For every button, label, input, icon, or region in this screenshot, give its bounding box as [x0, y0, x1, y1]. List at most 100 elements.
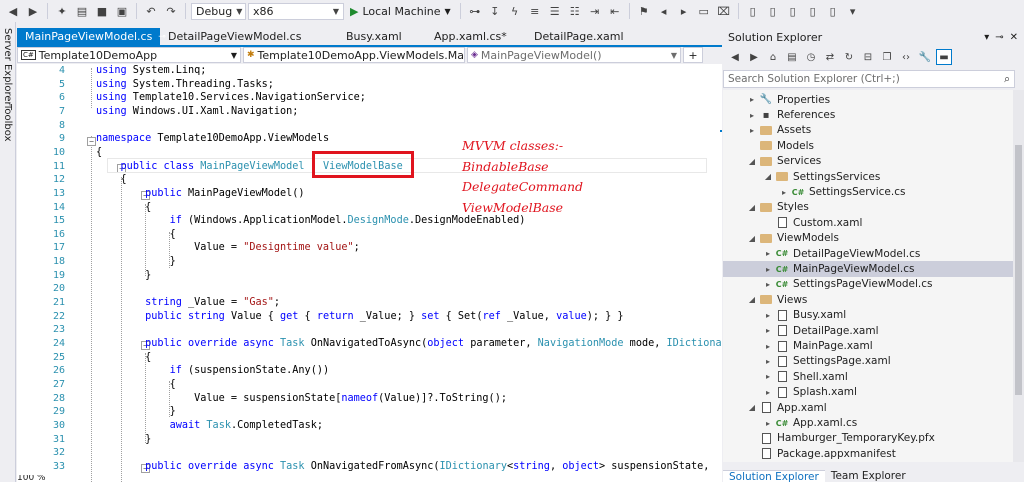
back-icon[interactable]: ◀	[727, 49, 743, 65]
expand-arrow-icon[interactable]: ▸	[763, 265, 773, 274]
lightning-icon[interactable]: ϟ	[506, 2, 524, 20]
tree-scrollbar[interactable]	[1013, 90, 1024, 462]
expand-arrow-icon[interactable]: ▸	[763, 357, 773, 366]
tree-item[interactable]: ▸ Assets	[723, 123, 1013, 138]
tree-item[interactable]: ▸ Busy.xaml	[723, 308, 1013, 323]
indent-icon[interactable]: ⇥	[586, 2, 604, 20]
configuration-select[interactable]: Debug ▼	[191, 2, 246, 20]
forward-icon[interactable]: ▶	[746, 49, 762, 65]
tree-item[interactable]: Custom.xaml	[723, 215, 1013, 230]
tab-mainpageviewmodel[interactable]: MainPageViewModel.cs ⊸ ✕	[17, 28, 179, 45]
new-project-icon[interactable]: ✦	[53, 2, 71, 20]
expand-arrow-icon[interactable]: ▸	[779, 188, 789, 197]
expand-arrow-icon[interactable]: ▸	[763, 388, 773, 397]
tree-item[interactable]: ◢ SettingsServices	[723, 169, 1013, 184]
page-settings-icon[interactable]: ▯	[784, 2, 802, 20]
tab-busy-xaml[interactable]: Busy.xaml	[338, 28, 426, 45]
pin-icon[interactable]: ⊸	[995, 32, 1003, 43]
tree-item[interactable]: ◢ ViewModels	[723, 231, 1013, 246]
collapse-arrow-icon[interactable]: ◢	[747, 295, 757, 304]
tree-item[interactable]: ▸ C# SettingsPageViewModel.cs	[723, 277, 1013, 292]
tree-item[interactable]: ▸ SettingsPage.xaml	[723, 354, 1013, 369]
prev-bookmark-icon[interactable]: ◂	[655, 2, 673, 20]
member-dropdown[interactable]: ◈ MainPageViewModel() ▼	[467, 47, 681, 63]
tree-item[interactable]: Models	[723, 138, 1013, 153]
page-icon[interactable]: ▯	[744, 2, 762, 20]
refresh-icon[interactable]: ↻	[841, 49, 857, 65]
tree-item[interactable]: ◢ Views	[723, 292, 1013, 307]
expand-arrow-icon[interactable]: ▸	[763, 342, 773, 351]
clear-bookmark-icon[interactable]: ⌧	[715, 2, 733, 20]
platform-select[interactable]: x86 ▼	[248, 2, 344, 20]
page-edit-icon[interactable]: ▯	[764, 2, 782, 20]
uncomment-icon[interactable]: ☷	[566, 2, 584, 20]
close-icon[interactable]: ✕	[1010, 32, 1018, 43]
solution-explorer-search[interactable]: Search Solution Explorer (Ctrl+;) ⌕	[723, 70, 1015, 88]
history-icon[interactable]: ◷	[803, 49, 819, 65]
forward-icon[interactable]: ▶	[24, 2, 42, 20]
tree-item[interactable]: ▸ Shell.xaml	[723, 369, 1013, 384]
view-code-icon[interactable]: ‹›	[898, 49, 914, 65]
bookmark-folder-icon[interactable]: ▭	[695, 2, 713, 20]
toolbar-overflow-icon[interactable]: ▾	[844, 2, 862, 20]
preview-selected-icon[interactable]: ▬	[936, 49, 952, 65]
diagnostics-icon[interactable]: ⊶	[466, 2, 484, 20]
switch-views-icon[interactable]: ▤	[784, 49, 800, 65]
split-window-button[interactable]: +	[683, 47, 703, 63]
expand-arrow-icon[interactable]: ▸	[763, 372, 773, 381]
redo-icon[interactable]: ↷	[162, 2, 180, 20]
home-icon[interactable]: ⌂	[765, 49, 781, 65]
toolbox-tab[interactable]: Toolbox	[2, 104, 13, 142]
page-link-icon[interactable]: ▯	[824, 2, 842, 20]
expand-arrow-icon[interactable]: ▸	[763, 280, 773, 289]
expand-arrow-icon[interactable]: ▸	[763, 419, 773, 428]
tree-item[interactable]: ▸ C# MainPageViewModel.cs	[723, 261, 1013, 277]
tree-item[interactable]: ▸ C# App.xaml.cs	[723, 415, 1013, 430]
expand-arrow-icon[interactable]: ▸	[747, 111, 757, 120]
tree-item[interactable]: ▸ 🔧 Properties	[723, 92, 1013, 107]
collapse-arrow-icon[interactable]: ◢	[747, 403, 757, 412]
type-dropdown[interactable]: ✱ Template10DemoApp.ViewModels.MainPage …	[243, 47, 465, 63]
tree-item[interactable]: ▸ Splash.xaml	[723, 385, 1013, 400]
window-position-icon[interactable]: ▾	[984, 32, 989, 43]
collapse-toggle[interactable]: −	[87, 137, 96, 146]
step-icon[interactable]: ↧	[486, 2, 504, 20]
open-file-icon[interactable]: ▤	[73, 2, 91, 20]
expand-arrow-icon[interactable]: ▸	[747, 126, 757, 135]
collapse-arrow-icon[interactable]: ◢	[747, 157, 757, 166]
tree-item[interactable]: ▸ C# DetailPageViewModel.cs	[723, 246, 1013, 261]
expand-arrow-icon[interactable]: ▸	[747, 95, 757, 104]
tab-detailpage-xaml[interactable]: DetailPage.xaml	[526, 28, 636, 45]
expand-arrow-icon[interactable]: ▸	[763, 326, 773, 335]
tree-item[interactable]: ▸ MainPage.xaml	[723, 338, 1013, 353]
collapse-arrow-icon[interactable]: ◢	[747, 234, 757, 243]
next-bookmark-icon[interactable]: ▸	[675, 2, 693, 20]
collapse-arrow-icon[interactable]: ◢	[747, 203, 757, 212]
collapse-all-icon[interactable]: ⊟	[860, 49, 876, 65]
tab-solution-explorer[interactable]: Solution Explorer	[723, 470, 825, 482]
tree-item[interactable]: ◢ Services	[723, 154, 1013, 169]
zoom-level[interactable]: 100 %	[17, 475, 72, 482]
server-explorer-tab[interactable]: Server Explorer	[2, 28, 13, 106]
collapse-arrow-icon[interactable]: ◢	[763, 172, 773, 181]
pending-changes-icon[interactable]: ⇄	[822, 49, 838, 65]
outdent-icon[interactable]: ⇤	[606, 2, 624, 20]
tree-item[interactable]: ▸ ▪ References	[723, 107, 1013, 122]
expand-arrow-icon[interactable]: ▸	[763, 249, 773, 258]
back-icon[interactable]: ◀	[4, 2, 22, 20]
tree-item[interactable]: Hamburger_TemporaryKey.pfx	[723, 431, 1013, 446]
tree-item[interactable]: ▸ C# SettingsService.cs	[723, 184, 1013, 199]
tree-item[interactable]: Package.appxmanifest	[723, 446, 1013, 461]
tree-item[interactable]: ▸ DetailPage.xaml	[723, 323, 1013, 338]
tab-app-xaml-cs[interactable]: App.xaml.cs*	[426, 28, 526, 45]
expand-arrow-icon[interactable]: ▸	[763, 311, 773, 320]
tab-detailpageviewmodel[interactable]: DetailPageViewModel.cs	[160, 28, 338, 45]
tree-item[interactable]: ◢ Styles	[723, 200, 1013, 215]
code-editor[interactable]: 4 5 6 7 8 9 10 11 12 13 14 15 16 17 18 1…	[17, 64, 722, 482]
align-icon[interactable]: ≡	[526, 2, 544, 20]
comment-icon[interactable]: ☰	[546, 2, 564, 20]
tree-item[interactable]: ◢ App.xaml	[723, 400, 1013, 415]
properties-icon[interactable]: 🔧	[917, 49, 933, 65]
bookmark-icon[interactable]: ⚑	[635, 2, 653, 20]
project-dropdown[interactable]: C# Template10DemoApp ▼	[17, 47, 241, 63]
